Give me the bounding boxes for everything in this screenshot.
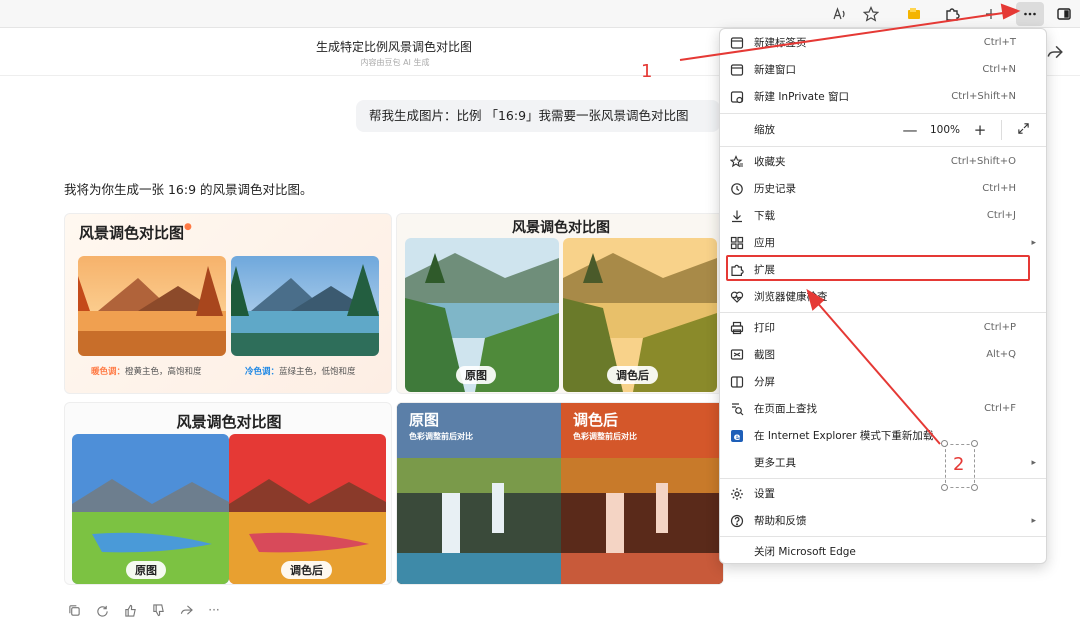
- annotation-step-1: 1: [641, 61, 653, 82]
- annotation-arrows: [679, 3, 1021, 445]
- selection-handle: [971, 484, 978, 491]
- selection-handle: [941, 484, 948, 491]
- selection-handle: [971, 440, 978, 447]
- annotation-step-2: 2: [953, 454, 965, 475]
- selection-handle: [941, 440, 948, 447]
